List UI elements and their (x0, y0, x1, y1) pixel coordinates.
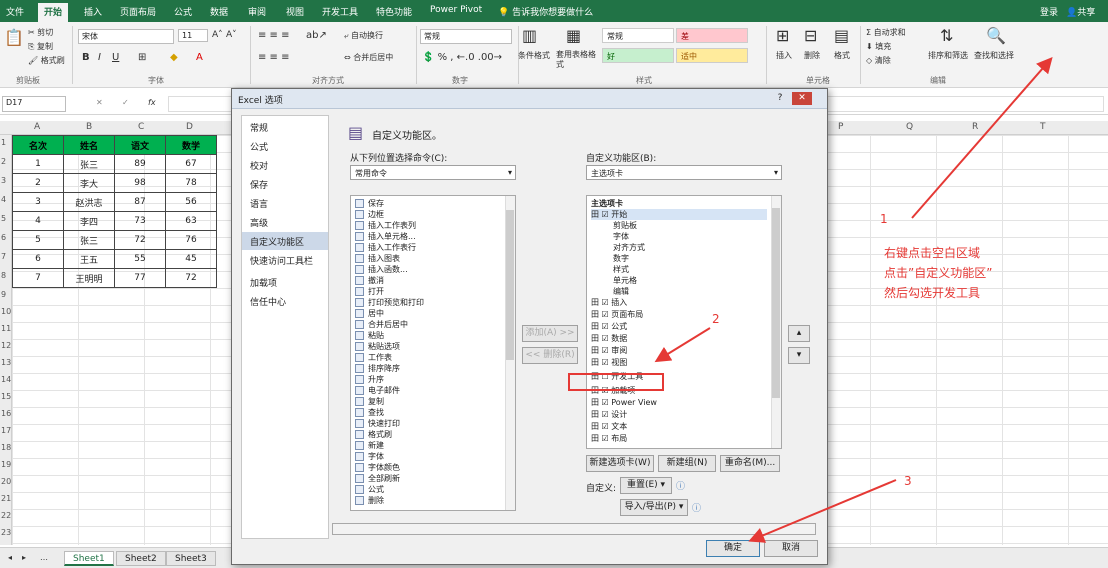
arrow-to-developer (654, 327, 711, 363)
instruction-note: 右键点击空白区域 点击”自定义功能区” 然后勾选开发工具 (884, 243, 992, 303)
arrow-to-ok (748, 479, 897, 543)
note-line: 右键点击空白区域 (884, 246, 981, 260)
step-number-3: 3 (904, 474, 912, 488)
arrow-to-ribbon (911, 56, 1053, 219)
step-number-2: 2 (712, 312, 720, 326)
step-number-1: 1 (880, 212, 888, 226)
note-line: 然后勾选开发工具 (884, 286, 981, 300)
note-line: 点击”自定义功能区” (884, 266, 993, 280)
